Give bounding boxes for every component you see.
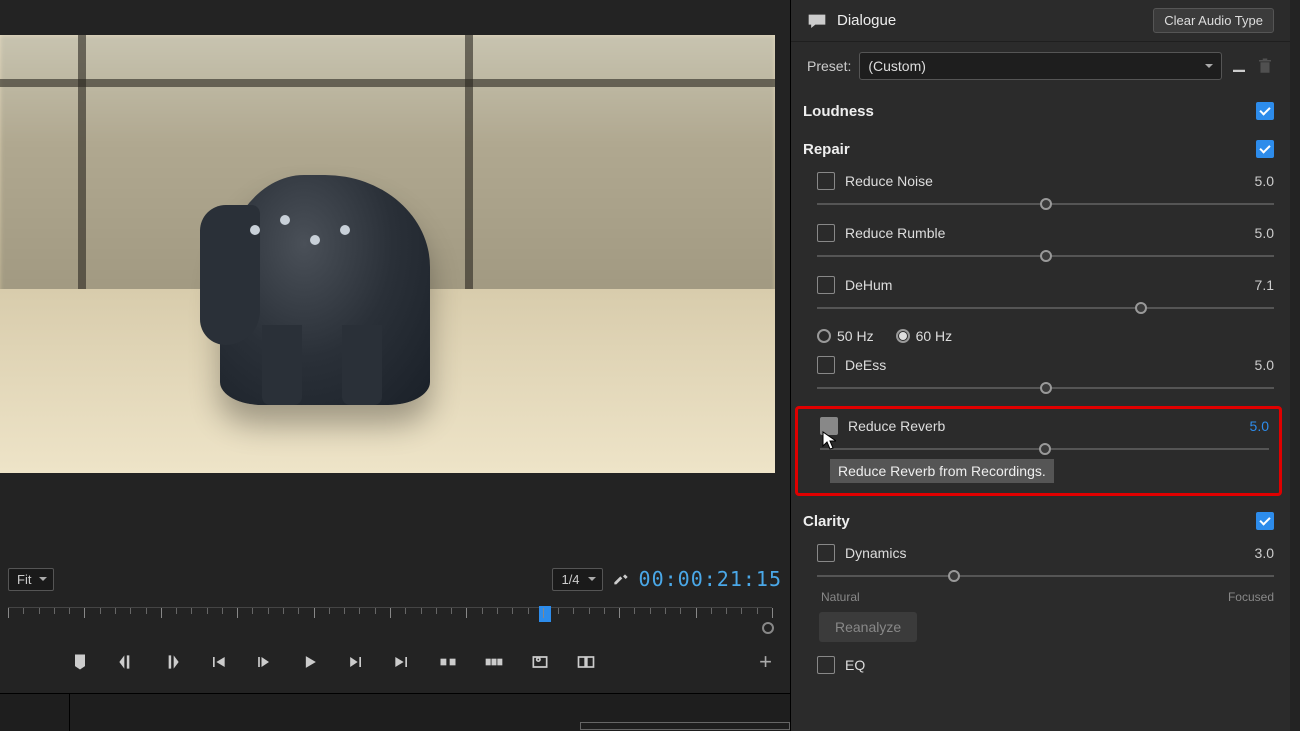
dehum-checkbox[interactable] [817, 276, 835, 294]
loudness-section[interactable]: Loudness [791, 90, 1290, 128]
go-to-out-icon[interactable] [392, 652, 412, 672]
dialogue-title: Dialogue [837, 12, 1153, 29]
deess-label: DeEss [845, 357, 1245, 373]
comparison-view-icon[interactable] [576, 652, 596, 672]
hz60-radio[interactable]: 60 Hz [896, 328, 953, 344]
hz50-label: 50 Hz [837, 328, 874, 344]
out-point-icon[interactable] [162, 652, 182, 672]
dynamics-range-labels: Natural Focused [791, 590, 1290, 604]
loudness-label: Loudness [803, 103, 1256, 120]
deess-param: DeEss 5.0 [791, 350, 1290, 402]
scrollbar[interactable] [1290, 0, 1300, 731]
dehum-label: DeHum [845, 277, 1245, 293]
repair-checkbox[interactable] [1256, 140, 1274, 158]
transport-controls: + [70, 645, 772, 679]
ruler-end-marker [762, 622, 774, 634]
play-icon[interactable] [300, 652, 320, 672]
repair-label: Repair [803, 141, 1256, 158]
reduce-reverb-slider[interactable] [820, 441, 1269, 457]
reduce-noise-slider[interactable] [817, 196, 1274, 212]
preview-controls-bar: Fit 1/4 00:00:21:15 [8, 565, 782, 593]
overwrite-icon[interactable] [484, 652, 504, 672]
playhead[interactable] [539, 606, 551, 622]
reduce-reverb-highlight: Reduce Reverb 5.0 Reduce Reverb from Rec… [795, 406, 1282, 496]
preview-area [0, 0, 790, 473]
reduce-reverb-tooltip: Reduce Reverb from Recordings. [830, 459, 1054, 483]
step-back-icon[interactable] [254, 652, 274, 672]
reduce-noise-checkbox[interactable] [817, 172, 835, 190]
clear-audio-type-button[interactable]: Clear Audio Type [1153, 8, 1274, 33]
repair-section[interactable]: Repair [791, 128, 1290, 166]
reduce-reverb-label: Reduce Reverb [848, 418, 1240, 434]
hz50-radio[interactable]: 50 Hz [817, 328, 874, 344]
marker-icon[interactable] [70, 652, 90, 672]
reduce-rumble-label: Reduce Rumble [845, 225, 1245, 241]
hz60-label: 60 Hz [916, 328, 953, 344]
timeline-ruler[interactable] [8, 607, 772, 635]
eq-param: EQ [791, 650, 1290, 678]
reduce-noise-value[interactable]: 5.0 [1255, 173, 1274, 189]
dynamics-slider[interactable] [817, 568, 1274, 584]
deess-value[interactable]: 5.0 [1255, 357, 1274, 373]
cursor-icon [822, 431, 836, 451]
eq-checkbox[interactable] [817, 656, 835, 674]
bottom-panels [0, 693, 790, 731]
go-to-in-icon[interactable] [208, 652, 228, 672]
preset-select[interactable]: (Custom) [859, 52, 1222, 80]
eq-label: EQ [845, 657, 1274, 673]
dehum-param: DeHum 7.1 [791, 270, 1290, 322]
dynamics-checkbox[interactable] [817, 544, 835, 562]
dehum-value[interactable]: 7.1 [1255, 277, 1274, 293]
panel-outline [580, 722, 790, 730]
program-monitor: Fit 1/4 00:00:21:15 + [0, 0, 790, 731]
insert-icon[interactable] [438, 652, 458, 672]
essential-sound-panel: Dialogue Clear Audio Type Preset: (Custo… [790, 0, 1300, 731]
settings-icon[interactable] [613, 571, 629, 587]
reduce-noise-param: Reduce Noise 5.0 [791, 166, 1290, 218]
save-preset-icon[interactable] [1230, 57, 1248, 75]
in-point-icon[interactable] [116, 652, 136, 672]
zoom-select[interactable]: Fit [8, 568, 54, 591]
dynamics-label: Dynamics [845, 545, 1245, 561]
dynamics-param: Dynamics 3.0 [791, 538, 1290, 590]
reduce-rumble-param: Reduce Rumble 5.0 [791, 218, 1290, 270]
delete-preset-icon [1256, 57, 1274, 75]
timecode[interactable]: 00:00:21:15 [639, 567, 782, 591]
preview-video-frame[interactable] [0, 35, 775, 473]
deess-slider[interactable] [817, 380, 1274, 396]
clarity-section[interactable]: Clarity [791, 500, 1290, 538]
preset-row: Preset: (Custom) [791, 42, 1290, 90]
loudness-checkbox[interactable] [1256, 102, 1274, 120]
reduce-reverb-value[interactable]: 5.0 [1250, 418, 1269, 434]
preset-label: Preset: [807, 58, 851, 74]
clarity-checkbox[interactable] [1256, 512, 1274, 530]
reduce-rumble-slider[interactable] [817, 248, 1274, 264]
reduce-rumble-value[interactable]: 5.0 [1255, 225, 1274, 241]
dehum-freq-row: 50 Hz 60 Hz [791, 322, 1290, 350]
dynamics-right-label: Focused [1228, 590, 1274, 604]
clarity-label: Clarity [803, 513, 1256, 530]
dehum-slider[interactable] [817, 300, 1274, 316]
button-editor-icon[interactable]: + [759, 649, 772, 675]
deess-checkbox[interactable] [817, 356, 835, 374]
dialogue-header: Dialogue Clear Audio Type [791, 0, 1290, 42]
dialogue-icon [807, 13, 827, 29]
step-forward-icon[interactable] [346, 652, 366, 672]
dynamics-value[interactable]: 3.0 [1255, 545, 1274, 561]
reanalyze-button[interactable]: Reanalyze [819, 612, 917, 642]
resolution-select[interactable]: 1/4 [552, 568, 602, 591]
reduce-rumble-checkbox[interactable] [817, 224, 835, 242]
dynamics-left-label: Natural [821, 590, 860, 604]
export-frame-icon[interactable] [530, 652, 550, 672]
reduce-noise-label: Reduce Noise [845, 173, 1245, 189]
